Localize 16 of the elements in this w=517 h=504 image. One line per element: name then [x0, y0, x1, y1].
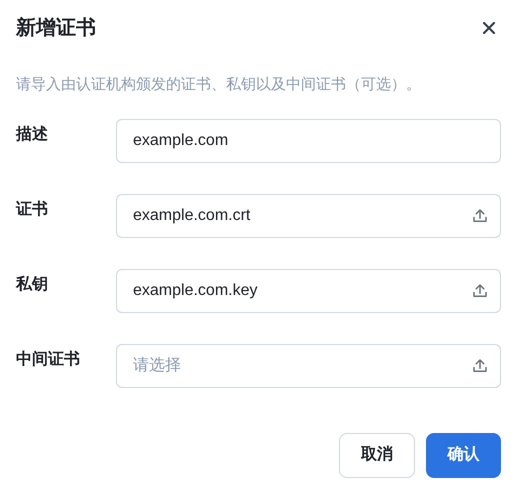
upload-icon[interactable]: [471, 206, 489, 224]
field-label: 证书: [16, 200, 49, 220]
field-label: 中间证书: [16, 350, 81, 370]
input-field[interactable]: example.com.crt: [116, 194, 501, 238]
field-label: 私钥: [16, 274, 49, 294]
input-field[interactable]: 请选择: [116, 344, 501, 388]
field-label: 描述: [16, 124, 49, 144]
confirm-button[interactable]: 确认: [426, 432, 501, 478]
dialog-description: 请导入由认证机构颁发的证书、私钥以及中间证书（可选）。: [16, 75, 422, 95]
cancel-button[interactable]: 取消: [339, 432, 415, 478]
upload-icon[interactable]: [471, 356, 489, 374]
dialog-title: 新增证书: [16, 16, 96, 41]
input-field[interactable]: example.com: [116, 118, 501, 162]
upload-icon[interactable]: [471, 282, 489, 300]
input-field[interactable]: example.com.key: [116, 268, 501, 312]
close-icon[interactable]: [481, 20, 497, 36]
